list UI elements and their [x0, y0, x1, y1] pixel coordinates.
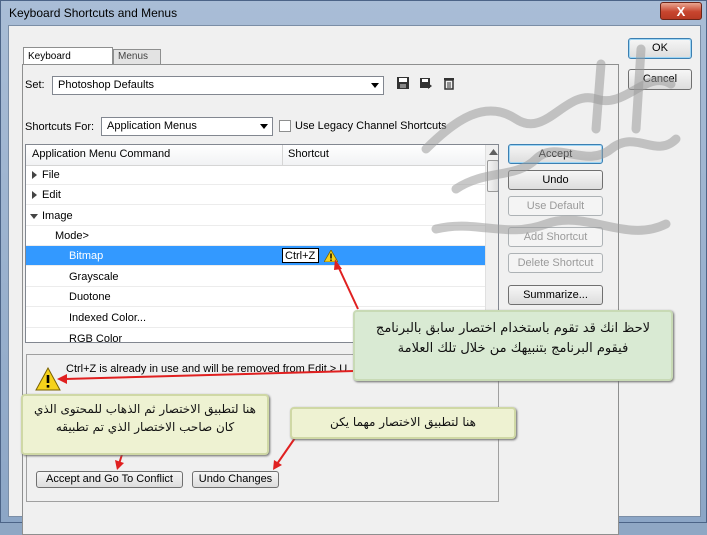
callout-accept-and-go: هنا لتطبيق الاختصار ثم الذهاب للمحتوى ال… [21, 394, 269, 455]
callout-undo-changes: هنا لتطبيق الاختصار مهما يكن [290, 407, 516, 439]
callout-conflict-warning: لاحظ انك قد تقوم باستخدام اختصار سابق با… [353, 310, 673, 381]
dialog-window: Keyboard Shortcuts and Menus X Keyboard … [0, 0, 707, 535]
